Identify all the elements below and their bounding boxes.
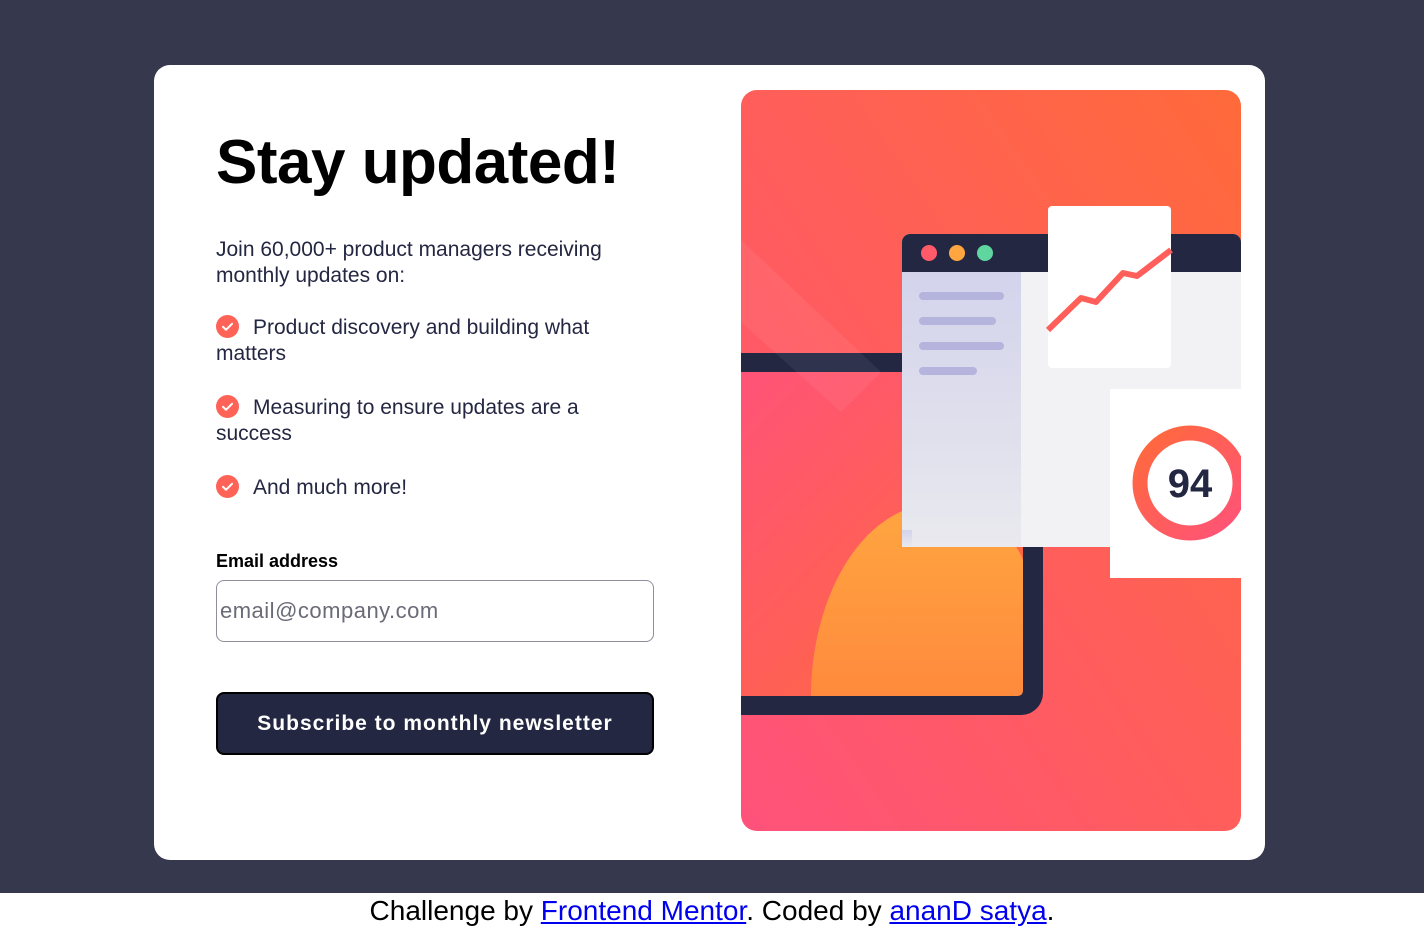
- list-item: Measuring to ensure updates are a succes…: [216, 395, 656, 447]
- list-item: And much more!: [216, 475, 656, 501]
- attribution-middle: . Coded by: [746, 895, 890, 926]
- feature-text: Product discovery and building what matt…: [216, 316, 590, 365]
- feature-text: And much more!: [253, 476, 408, 499]
- email-label: Email address: [216, 551, 339, 571]
- score-card: 94: [1110, 389, 1241, 578]
- check-icon: [216, 475, 239, 498]
- list-item: Product discovery and building what matt…: [216, 315, 656, 367]
- chart-card: [1045, 206, 1173, 368]
- author-link[interactable]: ananD satya: [889, 895, 1046, 926]
- hero-illustration: 94: [741, 90, 1241, 831]
- attribution: Challenge by Frontend Mentor. Coded by a…: [0, 893, 1424, 928]
- attribution-suffix: .: [1046, 895, 1055, 926]
- page-title: Stay updated!: [216, 128, 620, 197]
- feature-text: Measuring to ensure updates are a succes…: [216, 396, 579, 445]
- score-value: 94: [1168, 462, 1213, 506]
- page-background: Stay updated! Join 60,000+ product manag…: [0, 0, 1424, 893]
- check-icon: [216, 315, 239, 338]
- frontend-mentor-link[interactable]: Frontend Mentor: [541, 895, 746, 926]
- newsletter-card: Stay updated! Join 60,000+ product manag…: [154, 65, 1265, 860]
- check-icon: [216, 395, 239, 418]
- subscribe-button[interactable]: Subscribe to monthly newsletter: [216, 692, 654, 755]
- feature-list: Product discovery and building what matt…: [216, 315, 656, 529]
- email-field[interactable]: [216, 580, 654, 642]
- intro-text: Join 60,000+ product managers receiving …: [216, 238, 602, 287]
- attribution-prefix: Challenge by: [369, 895, 541, 926]
